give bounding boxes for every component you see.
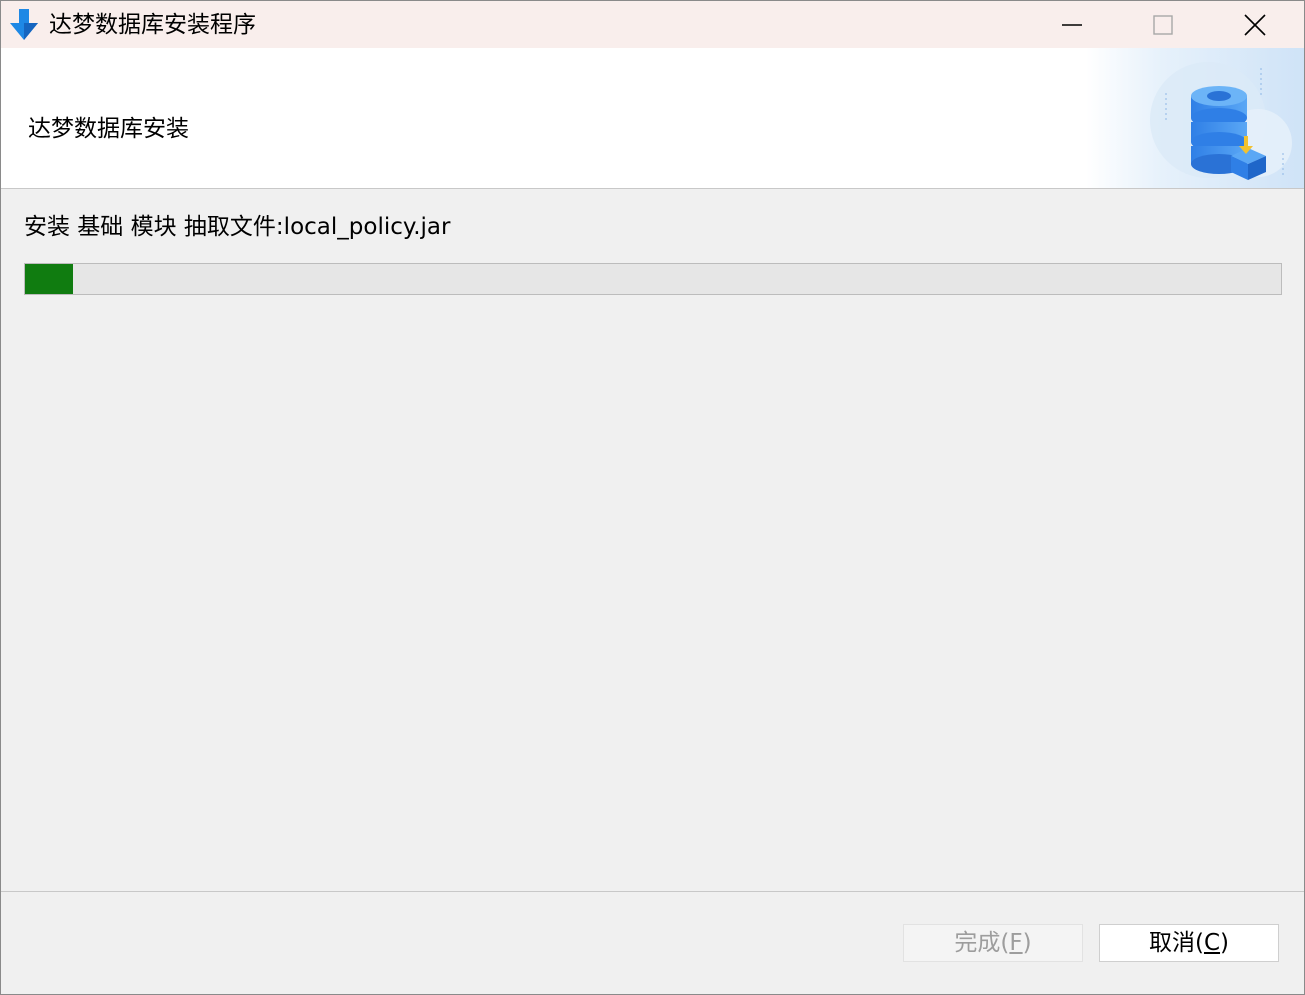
cancel-button-label-suffix: ): [1220, 930, 1230, 956]
footer-divider: [1, 891, 1304, 892]
finish-button[interactable]: 完成(F): [903, 924, 1083, 962]
minimize-icon: [1062, 23, 1082, 26]
wizard-header: 达梦数据库安装: [1, 48, 1304, 189]
window-title: 达梦数据库安装程序: [49, 12, 256, 38]
title-bar[interactable]: 达梦数据库安装程序: [1, 1, 1304, 48]
cancel-button-label-prefix: 取消(: [1148, 930, 1204, 956]
cancel-button-mnemonic: C: [1203, 930, 1221, 956]
blue-down-arrow-icon: [10, 9, 38, 40]
progress-status-text: 安装 基础 模块 抽取文件:local_policy.jar: [24, 214, 451, 240]
installer-window: 达梦数据库安装程序 达梦数据库安装 安装 基础 模块 抽取文件:local_po…: [0, 0, 1305, 995]
maximize-icon: [1153, 14, 1173, 35]
install-progress-bar: [24, 263, 1282, 295]
header-title: 达梦数据库安装: [28, 116, 189, 142]
progress-bar-fill: [25, 264, 73, 294]
cancel-button[interactable]: 取消(C): [1099, 924, 1279, 962]
finish-button-label-prefix: 完成(: [954, 930, 1010, 956]
minimize-button[interactable]: [1027, 1, 1117, 48]
close-icon: [1244, 13, 1266, 36]
finish-button-mnemonic: F: [1009, 930, 1023, 956]
maximize-button[interactable]: [1118, 1, 1208, 48]
database-install-illustration: [1086, 48, 1304, 188]
close-button[interactable]: [1210, 1, 1300, 48]
finish-button-label-suffix: ): [1022, 930, 1032, 956]
